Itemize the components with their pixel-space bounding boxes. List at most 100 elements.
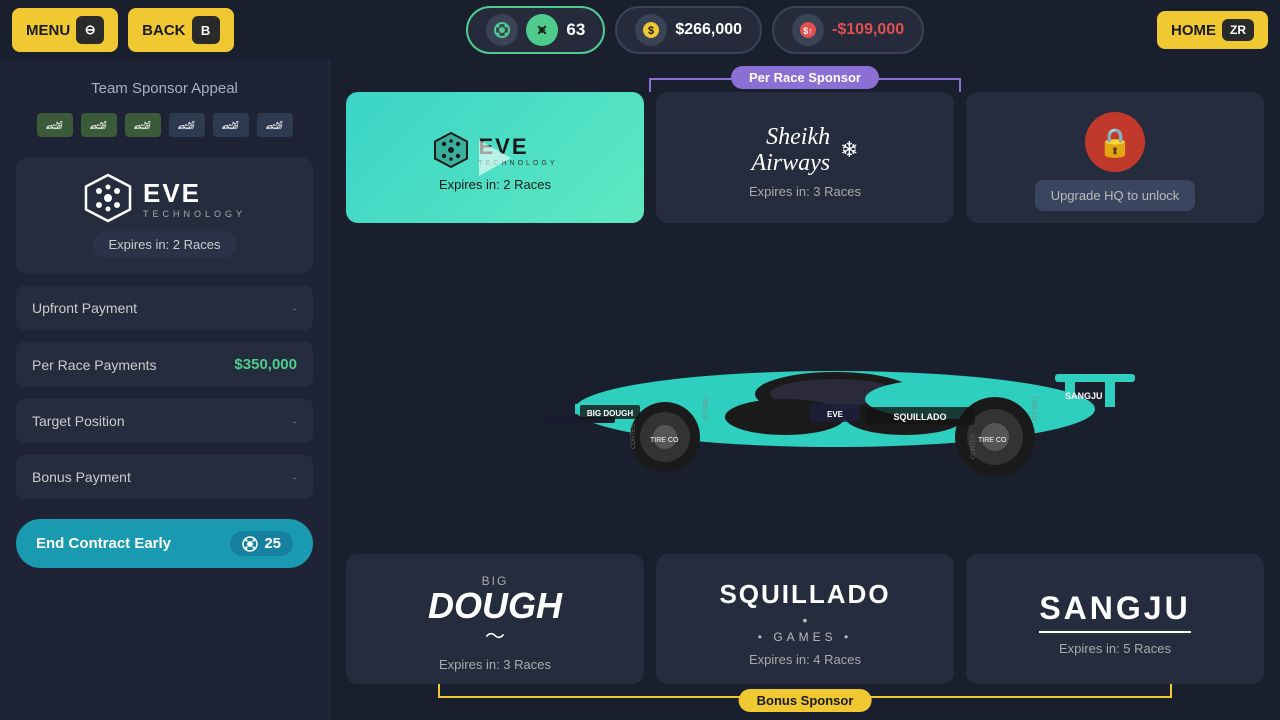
upgrade-hq-text: Upgrade HQ to unlock	[1035, 180, 1196, 211]
end-contract-cost-badge: 25	[230, 531, 293, 556]
svg-text:SQUILLADO: SQUILLADO	[894, 412, 947, 422]
target-label: Target Position	[32, 413, 125, 429]
expense-value: -$109,000	[832, 21, 904, 39]
bonus-label-left: Bonus Payment	[32, 469, 131, 485]
svg-text:TIRE CO: TIRE CO	[650, 437, 679, 444]
menu-label: MENU	[26, 22, 70, 39]
tokens-pill: 63	[466, 6, 605, 54]
eve-hex-card	[432, 131, 470, 169]
expense-icon: $↑	[792, 14, 824, 46]
money-pill: $ $266,000	[615, 6, 762, 54]
per-race-section: Per Race Sponsor	[346, 92, 1264, 223]
top-bar: MENU ⊖ BACK B	[0, 0, 1280, 60]
tokens-icon	[486, 14, 518, 46]
sponsor-appeal-title: Team Sponsor Appeal	[16, 80, 313, 97]
sheikh-snowflake-icon: ❄	[840, 137, 858, 163]
sangju-expires: Expires in: 5 Races	[1059, 641, 1171, 656]
money-value: $266,000	[675, 21, 742, 39]
big-dough-card[interactable]: BIG DOUGH 〜 Expires in: 3 Races	[346, 554, 644, 684]
eve-logo-left: EVE TECHNOLOGY	[83, 173, 246, 223]
eve-sub-text: TECHNOLOGY	[143, 209, 246, 219]
back-badge: B	[192, 16, 220, 44]
bonus-value: -	[292, 469, 297, 485]
eve-active-card[interactable]: EVE TECHNOLOGY Expires in: 2 Races	[346, 92, 644, 223]
eve-hex-icon-left	[83, 173, 133, 223]
sangju-name: SANGJU	[1039, 590, 1190, 633]
eve-text-left: EVE TECHNOLOGY	[143, 178, 246, 219]
bullet-row: •	[803, 612, 808, 628]
left-panel: Team Sponsor Appeal 🏎 🏎 🏎 🏎 🏎 🏎	[0, 60, 330, 720]
per-race-row: Per Race Payments $350,000	[16, 342, 313, 387]
appeal-icon-4: 🏎	[169, 113, 205, 137]
squillado-expires: Expires in: 4 Races	[749, 652, 861, 667]
eve-brand-name: EVE	[143, 178, 201, 209]
squillado-name: SQUILLADO	[719, 579, 890, 610]
money-icon: $	[635, 14, 667, 46]
appeal-icon-5: 🏎	[213, 113, 249, 137]
tokens-icon2	[526, 14, 558, 46]
sangju-card[interactable]: SANGJU Expires in: 5 Races	[966, 554, 1264, 684]
bonus-payment-row: Bonus Payment -	[16, 455, 313, 499]
bonus-section: BIG DOUGH 〜 Expires in: 3 Races SQUILLAD…	[346, 554, 1264, 684]
squillado-card[interactable]: SQUILLADO • • GAMES • Expires in: 4 Race…	[656, 554, 954, 684]
tokens-value: 63	[566, 20, 585, 40]
per-race-value: $350,000	[234, 356, 297, 373]
right-area: Per Race Sponsor	[330, 60, 1280, 720]
end-contract-button[interactable]: End Contract Early 25	[16, 519, 313, 568]
expense-pill: $↑ -$109,000	[772, 6, 924, 54]
svg-text:$↑: $↑	[803, 26, 813, 36]
target-value: -	[292, 413, 297, 429]
sponsor-logo-box: EVE TECHNOLOGY Expires in: 2 Races	[16, 157, 313, 274]
bonus-sponsor-label: Bonus Sponsor	[739, 689, 872, 712]
svg-text:CORTES: CORTES	[971, 434, 977, 459]
end-contract-label: End Contract Early	[36, 535, 171, 552]
big-dough-logo: BIG DOUGH 〜	[428, 574, 562, 649]
per-race-sponsor-label: Per Race Sponsor	[731, 66, 879, 89]
svg-text:$: $	[648, 25, 654, 37]
upfront-label: Upfront Payment	[32, 300, 137, 316]
eve-card-expires: Expires in: 2 Races	[439, 177, 551, 192]
sheikh-expires: Expires in: 3 Races	[749, 184, 861, 199]
upfront-value: -	[292, 300, 297, 316]
sponsor-expires-badge: Expires in: 2 Races	[93, 231, 237, 258]
svg-text:TIRE CO: TIRE CO	[978, 437, 1007, 444]
home-label: HOME	[1171, 22, 1216, 39]
sheikh-logo: SheikhAirways ❄	[751, 124, 858, 177]
squillado-logo: SQUILLADO • • GAMES •	[719, 579, 890, 644]
svg-text:TIRE CO: TIRE CO	[701, 396, 707, 421]
main-layout: Team Sponsor Appeal 🏎 🏎 🏎 🏎 🏎 🏎	[0, 60, 1280, 720]
per-race-label: Per Race Payments	[32, 357, 157, 373]
cost-token-icon	[242, 536, 258, 552]
end-contract-cost-num: 25	[264, 535, 281, 552]
bigdough-expires: Expires in: 3 Races	[439, 657, 551, 672]
dough-text: DOUGH	[428, 588, 562, 624]
svg-text:TIRE CO: TIRE CO	[1030, 396, 1036, 421]
sponsor-bottom-row: BIG DOUGH 〜 Expires in: 3 Races SQUILLAD…	[346, 554, 1264, 684]
appeal-icon-1: 🏎	[37, 113, 73, 137]
menu-badge: ⊖	[76, 16, 104, 44]
svg-text:BIG DOUGH: BIG DOUGH	[587, 409, 633, 418]
menu-button[interactable]: MENU ⊖	[12, 8, 118, 52]
appeal-icon-2: 🏎	[81, 113, 117, 137]
sponsor-top-row: EVE TECHNOLOGY Expires in: 2 Races Sheik…	[346, 92, 1264, 223]
appeal-icons-row: 🏎 🏎 🏎 🏎 🏎 🏎	[16, 113, 313, 137]
home-badge: ZR	[1222, 19, 1254, 41]
lock-icon: 🔒	[1085, 112, 1145, 172]
appeal-icon-3: 🏎	[125, 113, 161, 137]
sheikh-airways-card[interactable]: SheikhAirways ❄ Expires in: 3 Races	[656, 92, 954, 223]
svg-text:SANGJU: SANGJU	[1065, 391, 1103, 401]
sheikh-name: SheikhAirways	[751, 124, 830, 177]
f1-car-illustration: TIRE CO TIRE CO EVE SQUILLADO BIG DOUGH …	[455, 289, 1155, 489]
home-button[interactable]: HOME ZR	[1157, 11, 1268, 49]
back-label: BACK	[142, 22, 185, 39]
play-arrow-icon	[479, 140, 511, 176]
svg-text:EVE: EVE	[827, 410, 844, 419]
target-position-row: Target Position -	[16, 399, 313, 443]
appeal-icon-6: 🏎	[257, 113, 293, 137]
back-button[interactable]: BACK B	[128, 8, 233, 52]
mustache-icon: 〜	[485, 620, 505, 649]
games-text: • GAMES •	[758, 630, 852, 644]
svg-text:CORTES: CORTES	[631, 424, 637, 449]
top-center-stats: 63 $ $266,000 $↑ -$109,000	[244, 6, 1147, 54]
upfront-payment-row: Upfront Payment -	[16, 286, 313, 330]
